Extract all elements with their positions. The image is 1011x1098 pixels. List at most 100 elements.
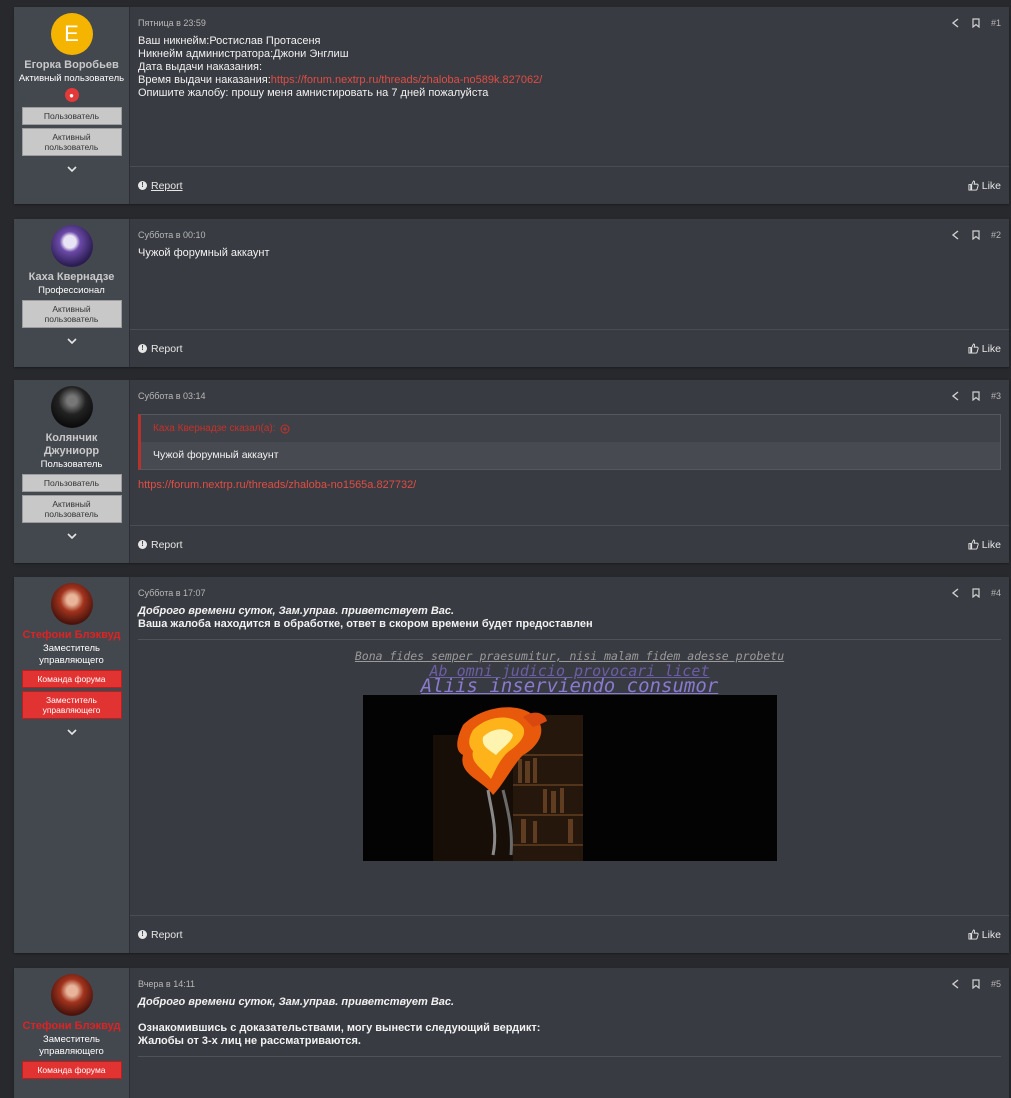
post-5: Стефони Блэквуд Заместитель управляющего… <box>14 968 1009 1098</box>
username[interactable]: Каха Квернадзе <box>25 271 119 284</box>
username[interactable]: Стефони Блэквуд <box>19 629 125 642</box>
bookmark-icon[interactable] <box>971 588 981 599</box>
avatar[interactable] <box>50 974 93 1016</box>
user-banner: Пользователь <box>21 107 122 125</box>
chevron-down-icon[interactable] <box>66 336 77 346</box>
bookmark-icon[interactable] <box>971 979 981 990</box>
like-label: Like <box>981 928 1001 941</box>
thread-link[interactable]: https://forum.nextrp.ru/threads/zhaloba-… <box>271 74 543 86</box>
share-icon[interactable] <box>951 588 961 598</box>
post-number[interactable]: #3 <box>991 391 1001 401</box>
info-icon: ! <box>138 540 147 549</box>
report-link[interactable]: Report <box>151 929 183 941</box>
user-banner: Заместитель управляющего <box>21 691 122 719</box>
thread-link[interactable]: https://forum.nextrp.ru/threads/zhaloba-… <box>138 479 416 491</box>
like-label: Like <box>981 538 1001 551</box>
post-author-panel: E Егорка Воробьев Активный пользователь … <box>14 7 130 204</box>
signature-motto: Aliis inserviendo consumor <box>420 675 719 697</box>
chevron-down-icon[interactable] <box>66 531 77 541</box>
info-icon: ! <box>138 344 147 353</box>
username[interactable]: Стефони Блэквуд <box>19 1020 125 1033</box>
signature-divider <box>138 639 1001 640</box>
post-number[interactable]: #4 <box>991 588 1001 598</box>
info-icon: ! <box>138 930 147 939</box>
post-date[interactable]: Пятница в 23:59 <box>138 18 206 28</box>
post-date[interactable]: Суббота в 03:14 <box>138 391 206 401</box>
post-author-panel: Стефони Блэквуд Заместитель управляющего… <box>14 968 130 1098</box>
post-1: E Егорка Воробьев Активный пользователь … <box>14 7 1009 204</box>
post-author-panel: Колянчик Джуниорр Пользователь Пользоват… <box>14 380 130 563</box>
post-text: Ознакомившись с доказательствами, могу в… <box>138 1022 541 1034</box>
user-banner: Команда форума <box>21 1061 122 1079</box>
share-icon[interactable] <box>951 230 961 240</box>
post-text: Опишите жалобу: прошу меня амнистировать… <box>138 87 489 99</box>
post-date[interactable]: Вчера в 14:11 <box>138 979 195 989</box>
avatar[interactable]: E <box>50 13 93 55</box>
report-link[interactable]: Report <box>151 343 183 355</box>
username[interactable]: Колянчик Джуниорр <box>14 432 129 458</box>
signature-image <box>362 695 777 861</box>
post-content: Доброго времени суток, Зам.управ. привет… <box>130 599 1009 915</box>
post-date[interactable]: Суббота в 00:10 <box>138 230 206 240</box>
signature-divider <box>138 1056 1001 1057</box>
report-link[interactable]: Report <box>151 180 183 192</box>
post-text: Ваш никнейм:Ростислав Протасеня <box>138 35 321 47</box>
avatar[interactable] <box>50 225 93 267</box>
post-text: Ваша жалоба находится в обработке, ответ… <box>138 618 593 630</box>
like-button[interactable]: Like <box>968 343 1001 355</box>
like-label: Like <box>981 342 1001 355</box>
time-label: Время выдачи наказания: <box>138 74 271 86</box>
user-banner: Активный пользователь <box>21 300 122 328</box>
report-link[interactable]: Report <box>151 539 183 551</box>
like-button[interactable]: Like <box>968 180 1001 192</box>
bookmark-icon[interactable] <box>971 391 981 402</box>
post-content: Чужой форумный аккаунт <box>130 241 1009 329</box>
post-number[interactable]: #5 <box>991 979 1001 989</box>
share-icon[interactable] <box>951 18 961 28</box>
post-content: Каха Квернадзе сказал(а): Чужой форумный… <box>130 402 1009 525</box>
share-icon[interactable] <box>951 391 961 401</box>
chevron-down-icon[interactable] <box>66 164 77 174</box>
expand-quote-icon[interactable] <box>280 424 290 434</box>
post-author-panel: Каха Квернадзе Профессионал Активный пол… <box>14 219 130 367</box>
share-icon[interactable] <box>951 979 961 989</box>
post-author-panel: Стефони Блэквуд Заместитель управляющего… <box>14 577 130 953</box>
post-text: Дата выдачи наказания: <box>138 61 263 73</box>
user-banner: Активный пользователь <box>21 495 122 523</box>
post-text: Чужой форумный аккаунт <box>138 247 270 259</box>
like-button[interactable]: Like <box>968 539 1001 551</box>
quote-text: Чужой форумный аккаунт <box>141 442 1000 469</box>
quote-header[interactable]: Каха Квернадзе сказал(а): <box>141 415 1000 442</box>
quote-author[interactable]: Каха Квернадзе сказал(а): <box>153 422 276 435</box>
greeting-text: Доброго времени суток, Зам.управ. привет… <box>138 996 455 1008</box>
like-label: Like <box>981 179 1001 192</box>
post-date[interactable]: Суббота в 17:07 <box>138 588 206 598</box>
user-title: Заместитель управляющего <box>39 1034 104 1057</box>
avatar[interactable] <box>50 386 93 428</box>
avatar[interactable] <box>50 583 93 625</box>
like-button[interactable]: Like <box>968 929 1001 941</box>
post-content: Доброго времени суток, Зам.управ. привет… <box>130 990 1009 1098</box>
post-number[interactable]: #2 <box>991 230 1001 240</box>
username[interactable]: Егорка Воробьев <box>20 59 122 72</box>
post-content: Ваш никнейм:Ростислав Протасеня Никнейм … <box>130 29 1009 166</box>
user-title: Заместитель управляющего <box>39 643 104 666</box>
quote-block: Каха Квернадзе сказал(а): Чужой форумный… <box>138 414 1001 470</box>
user-status-icon: ● <box>64 88 79 102</box>
post-4: Стефони Блэквуд Заместитель управляющего… <box>14 577 1009 953</box>
thumbs-up-icon <box>968 539 979 550</box>
post-text: Жалобы от 3-х лиц не рассматриваются. <box>138 1035 361 1047</box>
thumbs-up-icon <box>968 180 979 191</box>
post-2: Каха Квернадзе Профессионал Активный пол… <box>14 219 1009 367</box>
bookmark-icon[interactable] <box>971 230 981 241</box>
user-title: Активный пользователь <box>18 73 125 84</box>
post-text: Никнейм администратора:Джони Энглиш <box>138 48 349 60</box>
bookmark-icon[interactable] <box>971 18 981 29</box>
user-banner: Команда форума <box>21 670 122 688</box>
post-number[interactable]: #1 <box>991 18 1001 28</box>
user-banner: Активный пользователь <box>21 128 122 156</box>
user-title: Пользователь <box>40 459 103 470</box>
info-icon: ! <box>138 181 147 190</box>
post-text: Время выдачи наказания:https://forum.nex… <box>138 74 1001 87</box>
chevron-down-icon[interactable] <box>66 727 77 737</box>
